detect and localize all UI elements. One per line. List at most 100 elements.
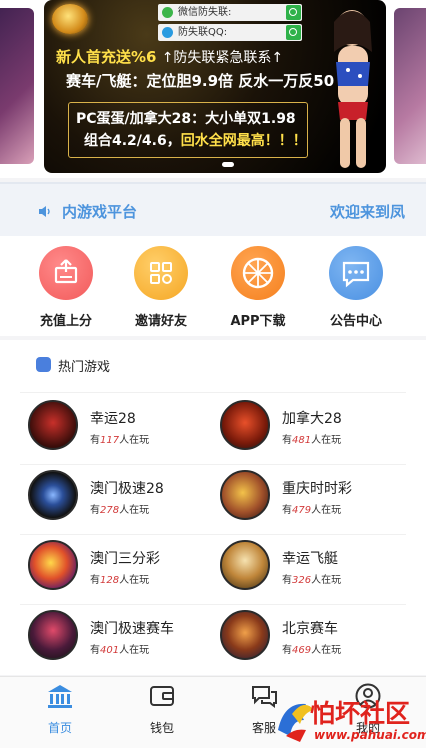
game-item-chongqing-ssc[interactable]: 重庆时时彩 有479人在玩 [212, 466, 390, 534]
tab-home[interactable]: 首页 [20, 683, 100, 736]
tab-wallet-label: 钱包 [149, 721, 174, 735]
game-item-macau-3min[interactable]: 澳门三分彩 有128人在玩 [20, 536, 198, 604]
game-thumb-macau-speed-racing [28, 610, 78, 660]
game-players-prefix: 有 [282, 435, 292, 446]
tab-wallet[interactable]: 钱包 [122, 683, 202, 736]
carousel-indicator[interactable] [222, 162, 234, 167]
notice-center-label: 公告中心 [329, 314, 382, 329]
game-item-canada28[interactable]: 加拿大28 有481人在玩 [212, 396, 390, 464]
banner-slide-prev[interactable] [0, 8, 34, 164]
banner-qq-label: 防失联QQ: [178, 27, 228, 38]
game-name: 加拿大28 [282, 411, 342, 427]
banner-model-illustration [334, 10, 372, 168]
game-players-suffix: 人在玩 [311, 505, 342, 516]
game-name: 重庆时时彩 [282, 481, 352, 497]
invite-friends-label: 邀请好友 [134, 314, 187, 329]
banner-slide-next[interactable] [394, 8, 426, 164]
banner-slide-current[interactable]: 微信防失联: 防失联QQ: 新人首充送%6 ↑防失联紧急联系↑ 赛车/飞艇：定位… [44, 0, 386, 173]
banner-promo-contact: ↑防失联紧急联系↑ [161, 50, 284, 66]
divider [20, 392, 406, 393]
message-icon [329, 246, 383, 300]
game-players-count: 469 [292, 645, 312, 656]
speaker-icon [39, 206, 50, 217]
game-thumb-macau-speed28 [28, 470, 78, 520]
app-download-label: APP下载 [230, 314, 286, 329]
game-name: 澳门三分彩 [90, 551, 160, 567]
game-players-suffix: 人在玩 [119, 505, 150, 516]
game-thumb-canada28 [220, 400, 270, 450]
banner-wechat-label: 微信防失联: [178, 7, 232, 18]
qrcode-icon [134, 246, 188, 300]
app-download-button[interactable]: APP下载 [213, 246, 303, 329]
game-players-count: 278 [100, 505, 120, 516]
game-item-macau-speed-racing[interactable]: 澳门极速赛车 有401人在玩 [20, 606, 198, 674]
game-players-count: 479 [292, 505, 312, 516]
orange-slice-icon [231, 246, 285, 300]
game-thumb-lucky28 [28, 400, 78, 450]
game-players: 有128人在玩 [90, 571, 149, 586]
banner-promo-line3: PC蛋蛋/加拿大28：大小单双1.98 [76, 111, 296, 127]
game-players-prefix: 有 [282, 505, 292, 516]
banner-carousel[interactable]: 微信防失联: 防失联QQ: 新人首充送%6 ↑防失联紧急联系↑ 赛车/飞艇：定位… [0, 0, 426, 178]
marquee-text-right: 欢迎来到凤 [330, 203, 406, 221]
notice-center-button[interactable]: 公告中心 [311, 246, 401, 329]
game-players-prefix: 有 [282, 575, 292, 586]
game-players-suffix: 人在玩 [119, 435, 150, 446]
game-players: 有481人在玩 [282, 431, 341, 446]
banner-promo-first-deposit: 新人首充送%6 [56, 48, 157, 66]
tab-home-label: 首页 [47, 721, 72, 735]
game-name: 幸运28 [90, 411, 136, 427]
game-players-suffix: 人在玩 [311, 435, 342, 446]
announcement-marquee[interactable]: 内游戏平台 欢迎来到凤 [0, 182, 426, 236]
watermark-url: www.pahuai.com [314, 728, 426, 742]
game-name: 澳门极速28 [90, 481, 164, 497]
game-players-prefix: 有 [282, 645, 292, 656]
game-players: 有401人在玩 [90, 641, 149, 656]
quick-actions: 充值上分 邀请好友 APP下载 公告中心 [0, 236, 426, 336]
recharge-button[interactable]: 充值上分 [21, 246, 111, 329]
game-thumb-chongqing-ssc [220, 470, 270, 520]
game-players-count: 128 [100, 575, 120, 586]
divider [20, 534, 406, 535]
game-item-beijing-racing[interactable]: 北京赛车 有469人在玩 [212, 606, 390, 674]
banner-promo-line1: 新人首充送%6 ↑防失联紧急联系↑ [56, 46, 283, 67]
banner-promo-combo: 组合4.2/4.6， [84, 133, 181, 149]
banner-wechat-field: 微信防失联: [158, 4, 302, 21]
game-players-count: 117 [100, 435, 120, 446]
divider [20, 604, 406, 605]
game-players-count: 326 [292, 575, 312, 586]
game-thumb-lucky-airship [220, 540, 270, 590]
divider [20, 464, 406, 465]
hot-games-title: 热门游戏 [58, 360, 111, 375]
watermark-text: 怕坏社区 [310, 699, 411, 728]
banner-qq-field: 防失联QQ: [158, 24, 302, 41]
game-players-suffix: 人在玩 [119, 645, 150, 656]
marquee-text-left: 内游戏平台 [62, 203, 138, 221]
game-item-lucky28[interactable]: 幸运28 有117人在玩 [20, 396, 198, 464]
qq-icon [162, 27, 173, 38]
game-players-suffix: 人在玩 [311, 645, 342, 656]
bank-icon [48, 685, 72, 708]
game-thumb-macau-3min [28, 540, 78, 590]
hot-games-section: 热门游戏 幸运28 有117人在玩 加拿大28 有481人在玩 澳门极速28 有… [0, 340, 426, 675]
game-players: 有326人在玩 [282, 571, 341, 586]
game-item-macau-speed28[interactable]: 澳门极速28 有278人在玩 [20, 466, 198, 534]
game-players: 有117人在玩 [90, 431, 149, 446]
search-icon [286, 25, 301, 40]
game-name: 幸运飞艇 [282, 551, 338, 567]
recharge-label: 充值上分 [39, 314, 92, 329]
game-players-count: 481 [292, 435, 312, 446]
banner-promo-rebate: 回水全网最高！！！ [180, 133, 307, 149]
banner-logo-icon [52, 4, 88, 34]
game-item-lucky-airship[interactable]: 幸运飞艇 有326人在玩 [212, 536, 390, 604]
game-players-prefix: 有 [90, 435, 100, 446]
banner-promo-line2: 赛车/飞艇：定位胆9.9倍 反水一万反50 [66, 72, 335, 90]
game-players-suffix: 人在玩 [311, 575, 342, 586]
wallet-icon [150, 686, 174, 706]
game-players-suffix: 人在玩 [119, 575, 150, 586]
game-players-prefix: 有 [90, 645, 100, 656]
game-players: 有479人在玩 [282, 501, 341, 516]
invite-friends-button[interactable]: 邀请好友 [116, 246, 206, 329]
wechat-icon [162, 7, 173, 18]
gamepad-icon [36, 357, 51, 372]
